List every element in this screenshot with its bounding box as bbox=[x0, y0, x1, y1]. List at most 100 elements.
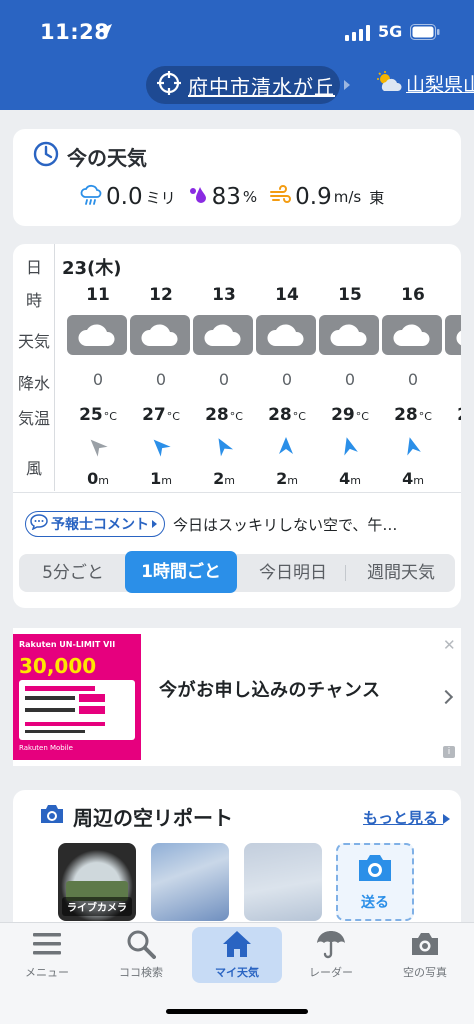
tab-label: ココ検索 bbox=[119, 966, 163, 979]
divider bbox=[13, 492, 461, 493]
chevron-right-icon[interactable] bbox=[438, 689, 454, 705]
hour-column: 15 0 29°C 4m bbox=[319, 282, 381, 492]
sky-report-card: 周辺の空リポート もっと見る ライブカメラ 送る bbox=[13, 790, 461, 940]
temperature: 27°C bbox=[142, 405, 180, 425]
wind-speed: 2m bbox=[276, 469, 298, 488]
precip-unit: ミリ bbox=[145, 188, 176, 207]
row-label-precip: 降水 bbox=[17, 374, 50, 393]
tab-search[interactable]: ココ検索 bbox=[96, 927, 186, 983]
wind-direction-arrow-icon bbox=[401, 435, 423, 457]
wind-direction: 東 bbox=[369, 188, 385, 207]
wind-icon bbox=[269, 185, 292, 209]
precip-amount: 0 bbox=[155, 370, 167, 389]
tab-radar[interactable]: レーダー bbox=[286, 927, 376, 983]
hourly-grid[interactable]: 11 0 25°C 0m 12 0 27°C 1m 13 0 28°C 2m 14 0 28°C 2m 15 0 2… bbox=[55, 282, 461, 492]
current-weather-card: 今の天気 0.0 ミリ 83 % 0.9 m/s 東 bbox=[13, 129, 461, 226]
hour-column: 11 0 25°C 0m bbox=[67, 282, 129, 492]
clock-icon bbox=[33, 141, 59, 172]
row-label-day: 日 bbox=[25, 258, 42, 277]
status-bar: 11:28 5G bbox=[0, 0, 474, 62]
current-location-name: 府中市清水が丘 bbox=[188, 74, 335, 99]
temperature: 28°C bbox=[394, 405, 432, 425]
hour-label: 13 bbox=[212, 285, 236, 305]
current-weather-title: 今の天気 bbox=[67, 146, 147, 170]
forecaster-comment-label: 予報士コメント bbox=[51, 517, 149, 533]
current-weather-values: 0.0 ミリ 83 % 0.9 m/s 東 bbox=[80, 184, 384, 210]
chevron-right-icon bbox=[344, 80, 350, 90]
live-camera-label: ライブカメラ bbox=[62, 897, 132, 916]
hour-column: 12 0 27°C 1m bbox=[130, 282, 192, 492]
hour-label: 17 bbox=[445, 285, 461, 305]
temperature: 25°C bbox=[79, 405, 117, 425]
cloudy-icon bbox=[319, 315, 379, 355]
hourly-forecast-card: 日 時 天気 降水 気温 風 23(木) 11 0 25°C 0m 12 0 27°C 1m 1… bbox=[13, 244, 461, 608]
ad-headline[interactable]: 今がお申し込みのチャンス bbox=[159, 676, 380, 702]
row-label-weather: 天気 bbox=[17, 332, 50, 351]
forecaster-comment[interactable]: 予報士コメント 今日はスッキリしない空で、午… bbox=[25, 510, 449, 538]
tab-label: メニュー bbox=[25, 966, 69, 979]
humidity-unit: % bbox=[242, 188, 258, 206]
temperature: 28°C bbox=[205, 405, 243, 425]
caret-right-icon bbox=[152, 520, 157, 528]
send-photo-button[interactable]: 送る bbox=[336, 843, 414, 921]
send-photo-label: 送る bbox=[361, 895, 389, 911]
next-location-name: 山梨県山 bbox=[406, 74, 474, 96]
temperature: 27°C bbox=[445, 405, 461, 425]
row-label-hour: 時 bbox=[25, 291, 42, 310]
tab-today-tomorrow[interactable]: 今日明日 bbox=[241, 554, 345, 592]
wind-speed: 4m bbox=[402, 469, 424, 488]
sky-photo-thumbnail[interactable] bbox=[244, 843, 322, 921]
tab-1hour[interactable]: 1時間ごと bbox=[125, 551, 237, 593]
ad-image-brand: Rakuten UN-LIMIT VII bbox=[19, 640, 116, 649]
row-label-temp: 気温 bbox=[17, 409, 50, 428]
advertisement-banner[interactable]: Rakuten UN-LIMIT VII 30,000 Rakuten Mobi… bbox=[13, 628, 461, 766]
row-label-wind: 風 bbox=[25, 459, 42, 478]
app-header: 11:28 5G 府中市清水が丘 山梨県山 bbox=[0, 0, 474, 110]
wind-speed: 2m bbox=[213, 469, 235, 488]
sky-photo-thumbnail[interactable] bbox=[151, 843, 229, 921]
see-more-link[interactable]: もっと見る bbox=[363, 807, 451, 828]
wind-direction-arrow-icon bbox=[338, 435, 360, 457]
tab-separator bbox=[345, 565, 346, 581]
info-icon[interactable]: i bbox=[443, 746, 455, 758]
tab-label: レーダー bbox=[309, 966, 353, 979]
battery-icon bbox=[410, 24, 440, 44]
tab-sky-photos[interactable]: 空の写真 bbox=[380, 927, 470, 983]
hour-label: 16 bbox=[401, 285, 425, 305]
gps-target-icon bbox=[156, 70, 182, 100]
cloudy-icon bbox=[193, 315, 253, 355]
cloudy-icon bbox=[67, 315, 127, 355]
forecaster-comment-button[interactable]: 予報士コメント bbox=[25, 511, 165, 537]
caret-right-icon bbox=[443, 813, 451, 824]
tab-weekly[interactable]: 週間天気 bbox=[347, 554, 455, 592]
wind-direction-arrow-icon bbox=[86, 435, 108, 457]
cloudy-icon bbox=[130, 315, 190, 355]
sky-report-title: 周辺の空リポート bbox=[73, 806, 233, 830]
tab-5min[interactable]: 5分ごと bbox=[19, 554, 127, 592]
home-indicator bbox=[166, 1009, 308, 1014]
hour-label: 11 bbox=[86, 285, 110, 305]
forecaster-comment-text: 今日はスッキリしない空で、午… bbox=[173, 515, 398, 534]
hour-label: 12 bbox=[149, 285, 173, 305]
location-services-icon bbox=[97, 23, 113, 43]
hour-column: 13 0 28°C 2m bbox=[193, 282, 255, 492]
hour-column: 14 0 28°C 2m bbox=[256, 282, 318, 492]
precip-amount: 0 bbox=[445, 370, 461, 389]
precip-amount: 0 bbox=[344, 370, 356, 389]
row-labels: 日 時 天気 降水 気温 風 bbox=[13, 244, 55, 491]
wind-speed: 5m bbox=[445, 469, 461, 488]
ad-image-points: 30,000 bbox=[19, 654, 97, 678]
precip-amount: 0 bbox=[218, 370, 230, 389]
ad-image[interactable]: Rakuten UN-LIMIT VII 30,000 Rakuten Mobi… bbox=[13, 634, 141, 760]
wind-speed-unit: m/s bbox=[333, 188, 362, 206]
tab-label: マイ天気 bbox=[215, 966, 259, 979]
tab-label: 空の写真 bbox=[403, 966, 447, 979]
current-location-button[interactable]: 府中市清水が丘 bbox=[146, 66, 340, 104]
next-location-link[interactable]: 山梨県山 bbox=[376, 70, 474, 97]
camera-icon bbox=[356, 852, 394, 888]
tab-menu[interactable]: メニュー bbox=[2, 927, 92, 983]
tab-my-weather[interactable]: マイ天気 bbox=[192, 927, 282, 983]
live-camera-thumbnail[interactable]: ライブカメラ bbox=[58, 843, 136, 921]
close-icon[interactable]: ✕ bbox=[443, 636, 456, 654]
hour-column: 17 0 27°C 5m bbox=[445, 282, 461, 492]
